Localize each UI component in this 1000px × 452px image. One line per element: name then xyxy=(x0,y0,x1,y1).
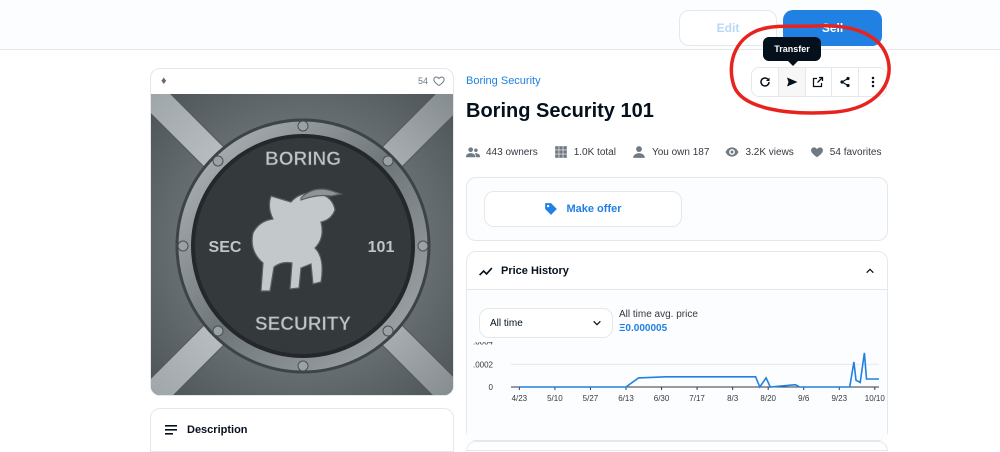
chart-x-tick-label: 6/30 xyxy=(654,394,670,403)
asset-card-header: ♦ 54 xyxy=(151,69,453,93)
next-panel xyxy=(466,441,888,451)
transfer-button[interactable] xyxy=(778,68,806,96)
collection-link[interactable]: Boring Security xyxy=(466,75,541,87)
price-chart: .0004 .0002 0 4/23 5/10 5/27 6/13 6/30 7/17 8/3 8/… xyxy=(473,342,886,403)
stats-row: 443 owners 1.0K total You own 187 3.2K v… xyxy=(466,145,882,159)
stat-views-label: 3.2K views xyxy=(745,146,794,158)
chart-x-tick-label: 10/10 xyxy=(865,394,886,403)
make-offer-button[interactable]: Make offer xyxy=(484,191,682,227)
share-icon xyxy=(840,76,850,88)
external-link-button[interactable] xyxy=(806,68,833,96)
image-text-left: SEC xyxy=(209,239,242,256)
more-button[interactable] xyxy=(859,68,886,96)
favorite-count: 54 xyxy=(417,76,428,86)
period-select-value: All time xyxy=(490,317,523,329)
image-text-right: 101 xyxy=(368,239,395,256)
avg-price-value: Ξ0.000005 xyxy=(619,323,668,334)
share-button[interactable] xyxy=(832,68,860,96)
chart-x-tick-label: 9/23 xyxy=(831,394,847,403)
grid-icon xyxy=(554,146,567,158)
price-history-card: Price History All time All time avg. pri… xyxy=(466,251,888,441)
stat-favorites-label: 54 favorites xyxy=(829,146,882,158)
refresh-icon xyxy=(760,77,770,87)
tag-icon xyxy=(545,203,558,215)
ethereum-icon: ♦ xyxy=(161,75,167,87)
image-text-bottom: SECURITY xyxy=(255,314,351,335)
chart-x-tick-label: 5/27 xyxy=(583,394,599,403)
stat-favorites: 54 favorites xyxy=(810,145,882,159)
eye-icon xyxy=(726,147,739,157)
chart-x-tick-label: 5/10 xyxy=(547,394,563,403)
chevron-up-icon[interactable] xyxy=(865,266,875,276)
stat-you-own[interactable]: You own 187 xyxy=(632,145,709,159)
price-history-body: All time All time avg. price Ξ0.000005 .… xyxy=(467,290,887,440)
stat-you-own-label: You own 187 xyxy=(651,146,710,158)
chart-x-tick-label: 8/3 xyxy=(727,394,739,403)
transfer-icon xyxy=(786,77,798,87)
list-icon xyxy=(165,425,177,435)
price-history-title: Price History xyxy=(501,264,569,277)
stat-total: 1.0K total xyxy=(554,145,616,159)
page-title: Boring Security 101 xyxy=(466,100,654,122)
chart-y-tick-label: .0004 xyxy=(473,342,494,347)
stat-owners-label: 443 owners xyxy=(486,146,538,158)
chart-x-tick-label: 7/17 xyxy=(689,394,705,403)
chart-series-line xyxy=(519,352,879,389)
description-card[interactable]: Description xyxy=(150,408,454,452)
transfer-tooltip: Transfer xyxy=(763,37,821,66)
favorite-control[interactable]: 54 xyxy=(418,75,445,87)
trend-icon xyxy=(479,267,493,276)
person-icon xyxy=(633,146,645,158)
chart-x-tick-label: 4/23 xyxy=(512,394,528,403)
description-title: Description xyxy=(187,424,248,436)
chart-y-tick-label: 0 xyxy=(489,383,494,392)
chart-x-tick-label: 6/13 xyxy=(618,394,634,403)
period-select[interactable]: All time xyxy=(479,308,613,338)
chevron-down-icon xyxy=(593,320,601,326)
people-icon xyxy=(466,147,480,158)
chart-y-tick-label: .0002 xyxy=(473,360,494,369)
heart-icon xyxy=(810,147,823,158)
heart-outline-icon[interactable] xyxy=(433,75,445,87)
more-icon xyxy=(871,76,874,88)
offer-panel: Make offer xyxy=(466,177,888,241)
chart-x-tick-label: 8/20 xyxy=(760,394,776,403)
external-link-icon xyxy=(813,76,824,88)
top-bar: Edit Sell xyxy=(0,0,1000,50)
stat-owners[interactable]: 443 owners xyxy=(466,145,538,159)
refresh-button[interactable] xyxy=(752,68,779,96)
asset-image: BORING SEC 101 SECURITY xyxy=(151,94,453,395)
stat-total-label: 1.0K total xyxy=(573,146,616,158)
asset-image-card: ♦ 54 BORING SEC 101 SECURITY xyxy=(150,68,454,396)
make-offer-label: Make offer xyxy=(566,203,622,215)
avg-price-label: All time avg. price xyxy=(619,309,698,320)
chart-x-tick-label: 9/6 xyxy=(798,394,810,403)
price-history-header[interactable]: Price History xyxy=(467,252,887,290)
image-text-top: BORING xyxy=(265,149,341,170)
stat-views: 3.2K views xyxy=(725,145,794,159)
action-bar xyxy=(751,67,887,97)
